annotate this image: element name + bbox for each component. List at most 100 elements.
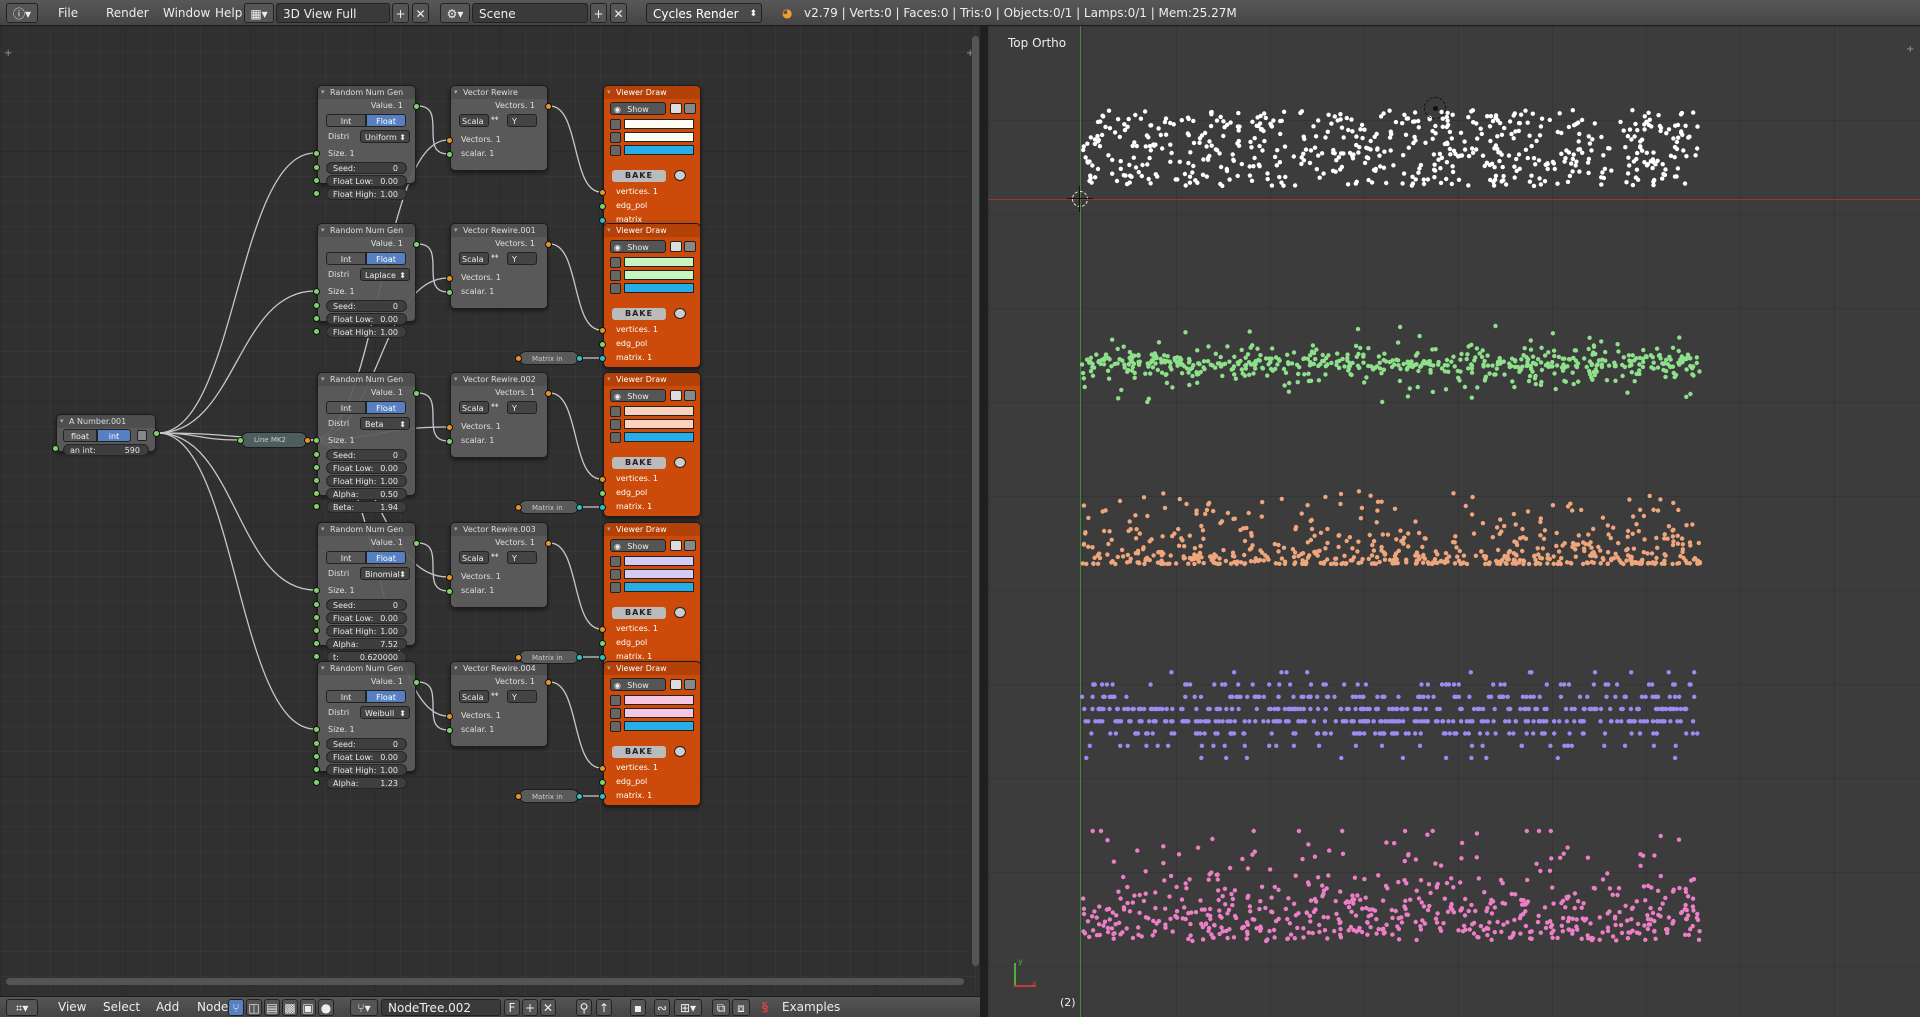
vector-rewire-node[interactable]: Vector Rewire.004Vectors. 1Scala↔YVector… [446,661,552,747]
sverchok-tree-icon[interactable]: ⑂ [228,999,244,1016]
node-title[interactable]: Random Num Gen [318,662,415,675]
show-toggle[interactable]: ◉ Show [610,102,666,115]
swap-to-select[interactable]: Y [507,114,537,127]
matrix-in-node[interactable]: Matrix in [515,351,583,365]
matrix-output-socket[interactable] [576,654,583,661]
editor-type-icon[interactable]: ⌗▾ [6,999,38,1016]
matrix-input-socket[interactable] [599,355,606,362]
swap-to-select[interactable]: Y [507,401,537,414]
3d-viewport[interactable]: Top Ortho y x (2) + [988,26,1920,1017]
new-tree-icon[interactable]: + [522,999,538,1016]
show-toggle[interactable]: ◉ Show [610,240,666,253]
field-input-socket[interactable] [313,451,320,458]
float-toggle[interactable]: Float [366,401,406,414]
number-field[interactable]: Float Low: 0.00 [326,612,407,624]
distribution-select[interactable]: Beta ⬍ [360,417,410,430]
vectors-input-socket[interactable] [446,424,453,431]
size-input-socket[interactable] [313,726,320,733]
examples-menu[interactable]: Examples [776,999,846,1016]
line-input-socket[interactable] [237,437,244,444]
viewer-draw-node[interactable]: Viewer Draw◉ShowBAKEvertices. 1edg_polma… [599,372,701,517]
vectors-input-socket[interactable] [446,137,453,144]
matrix-location-socket[interactable] [515,504,522,511]
node-title[interactable]: Random Num Gen [318,373,415,386]
vertices-input-socket[interactable] [599,626,606,633]
bake-options-icon[interactable] [674,170,686,181]
viewer-draw-node[interactable]: Viewer Draw◉ShowBAKEvertices. 1edg_polma… [599,85,701,230]
int-value-field[interactable]: an int: 590 [63,444,149,456]
edge-color-swatch[interactable] [624,270,694,280]
swap-from-select[interactable]: Scala [459,114,489,127]
int-mode-toggle[interactable]: int [97,429,131,442]
vectors-output-socket[interactable] [545,679,552,686]
snap-toggle-icon[interactable]: ∾ [654,999,670,1016]
edges-input-socket[interactable] [599,490,606,497]
distribution-select[interactable]: Uniform ⬍ [360,130,410,143]
bake-button[interactable]: BAKE [612,457,666,469]
compositor-tree-icon[interactable]: ▣ [300,999,316,1016]
edge-color-swatch[interactable] [624,708,694,718]
field-input-socket[interactable] [313,653,320,660]
edges-input-socket[interactable] [599,640,606,647]
menu-add[interactable]: Add [150,999,185,1016]
viewer-draw-node[interactable]: Viewer Draw◉ShowBAKEvertices. 1edg_polma… [599,223,701,368]
random-num-gen-node[interactable]: Random Num GenValue. 1IntFloatDistriBeta… [313,372,420,513]
number-field[interactable]: Alpha: 1.23 [326,777,407,789]
vectors-input-socket[interactable] [446,713,453,720]
wireframe-toggle[interactable] [670,390,682,401]
vector-rewire-node[interactable]: Vector RewireVectors. 1Scala↔YVectors. 1… [446,85,552,171]
unlink-tree-icon[interactable]: ✕ [540,999,556,1016]
number-field[interactable]: Seed: 0 [326,449,407,461]
scene-icon[interactable]: ⚙▾ [440,3,470,23]
line-mk2-node[interactable]: Line MK2 [237,432,311,448]
screen-layout-icon[interactable]: ▦▾ [244,3,274,23]
random-num-gen-node[interactable]: Random Num GenValue. 1IntFloatDistriWeib… [313,661,420,789]
number-field[interactable]: Alpha: 0.50 [326,488,407,500]
edges-input-socket[interactable] [599,203,606,210]
menu-render[interactable]: Render [100,3,155,23]
field-input-socket[interactable] [313,328,320,335]
field-input-socket[interactable] [313,601,320,608]
value-output-socket[interactable] [413,540,420,547]
material-tree-icon[interactable]: ● [318,999,334,1016]
show-toggle[interactable]: ◉ Show [610,539,666,552]
int-input-socket[interactable] [52,445,59,452]
swap-from-select[interactable]: Scala [459,551,489,564]
line-output-socket[interactable] [304,437,311,444]
scalar-input-socket[interactable] [446,727,453,734]
menu-window[interactable]: Window [157,3,216,23]
matrix-input-socket[interactable] [599,654,606,661]
bake-button[interactable]: BAKE [612,170,666,182]
matrix-location-socket[interactable] [515,793,522,800]
vertex-color-swatch[interactable] [624,556,694,566]
swap-to-select[interactable]: Y [507,252,537,265]
node-tree-name-field[interactable]: NodeTree.002 [381,999,501,1016]
edge-color-swatch[interactable] [624,569,694,579]
number-field[interactable]: Seed: 0 [326,738,407,750]
matrix-input-socket[interactable] [599,793,606,800]
scalar-input-socket[interactable] [446,151,453,158]
number-field[interactable]: Float Low: 0.00 [326,313,407,325]
size-input-socket[interactable] [313,288,320,295]
3d-cursor-icon[interactable] [1067,186,1093,212]
swap-from-select[interactable]: Scala [459,401,489,414]
wireframe-toggle[interactable] [670,679,682,690]
scalar-input-socket[interactable] [446,438,453,445]
bake-options-icon[interactable] [674,746,686,757]
menu-file[interactable]: File [52,3,84,23]
render-engine-select[interactable]: Cycles Render ⬍ [646,3,762,23]
value-output-socket[interactable] [413,241,420,248]
remove-scene-icon[interactable]: ✕ [610,3,627,23]
field-input-socket[interactable] [313,753,320,760]
lamp-icon[interactable] [1424,97,1446,119]
field-input-socket[interactable] [313,640,320,647]
vectors-output-socket[interactable] [545,103,552,110]
float-toggle[interactable]: Float [366,551,406,564]
field-input-socket[interactable] [313,464,320,471]
wireframe-toggle[interactable] [670,241,682,252]
shading-toggle[interactable] [684,241,696,252]
toolshelf-expand-icon[interactable]: + [4,48,12,59]
field-input-socket[interactable] [313,490,320,497]
number-field[interactable]: Float High: 1.00 [326,326,407,338]
int-toggle[interactable]: Int [326,551,366,564]
